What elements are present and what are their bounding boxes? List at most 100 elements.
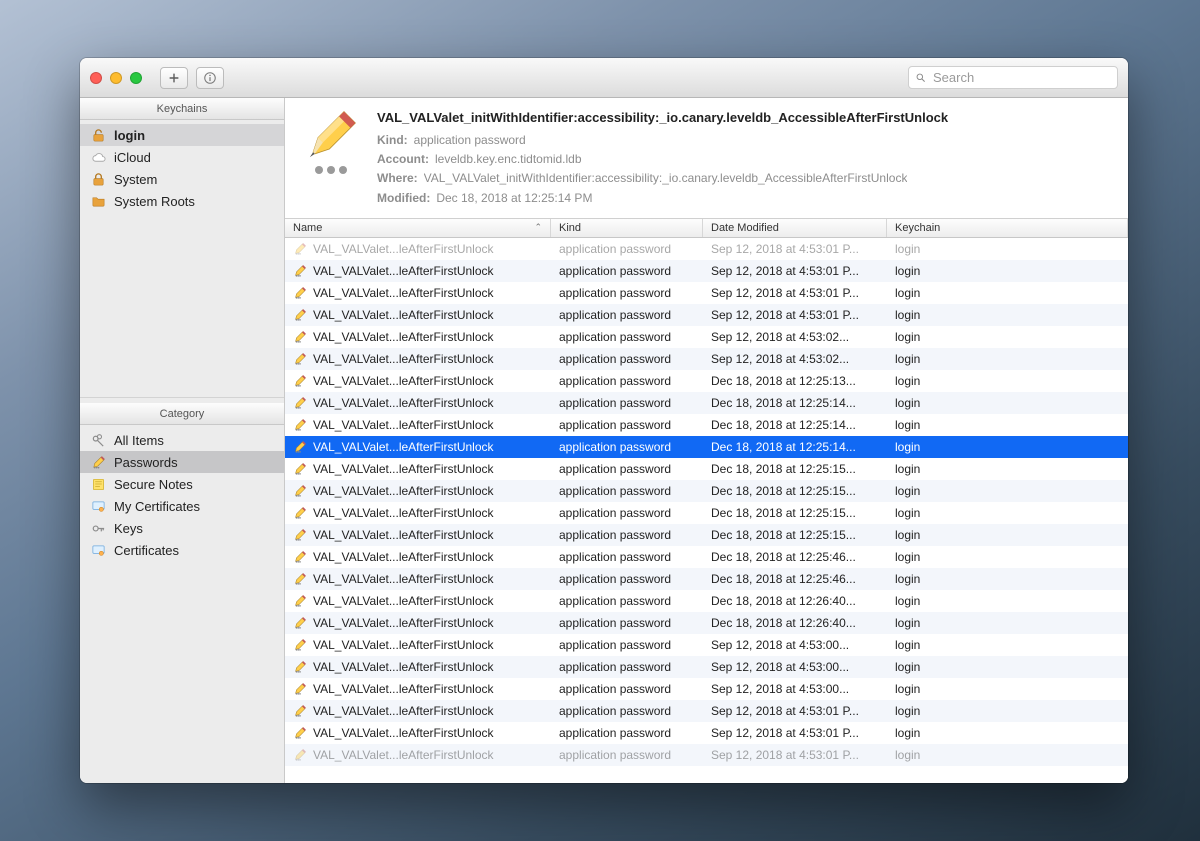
table-row[interactable]: VAL_VALValet...leAfterFirstUnlockapplica… (285, 700, 1128, 722)
password-item-icon (293, 550, 307, 564)
search-input[interactable] (931, 69, 1111, 86)
plus-icon (167, 71, 181, 85)
cell-date: Sep 12, 2018 at 4:53:02... (703, 330, 887, 344)
cell-name: VAL_VALValet...leAfterFirstUnlock (285, 594, 551, 608)
cell-date: Sep 12, 2018 at 4:53:02... (703, 352, 887, 366)
minimize-window-button[interactable] (110, 72, 122, 84)
cell-name: VAL_VALValet...leAfterFirstUnlock (285, 682, 551, 696)
sidebar-item-certificates[interactable]: Certificates (80, 539, 284, 561)
cell-name: VAL_VALValet...leAfterFirstUnlock (285, 660, 551, 674)
sidebar-item-login[interactable]: login (80, 124, 284, 146)
table-row[interactable]: VAL_VALValet...leAfterFirstUnlock applica… (285, 414, 1128, 436)
items-table[interactable]: VAL_VALValet...leAfterFirstUnlockapplica… (285, 238, 1128, 783)
table-row[interactable]: VAL_VALValet...leAfterFirstUnlockapplica… (285, 546, 1128, 568)
table-row[interactable]: VAL_VALValet...leAfterFirstUnlockapplica… (285, 304, 1128, 326)
table-row[interactable]: VAL_VALValet...leAfterFirstUnlockapplica… (285, 656, 1128, 678)
certificate-icon (90, 498, 106, 514)
column-keychain-label: Keychain (895, 222, 940, 234)
table-row[interactable]: VAL_VALValet...leAfterFirstUnlockapplica… (285, 744, 1128, 766)
info-icon (203, 71, 217, 85)
cell-name-text: VAL_VALValet...leAfterFirstUnlock (313, 264, 494, 278)
table-row[interactable]: VAL_VALValet...leAfterFirstUnlockapplica… (285, 436, 1128, 458)
sidebar-item-system[interactable]: System (80, 168, 284, 190)
table-row[interactable]: VAL_VALValet...leAfterFirstUnlock applica… (285, 612, 1128, 634)
cell-keychain: login (887, 242, 1128, 256)
sidebar-item-icloud[interactable]: iCloud (80, 146, 284, 168)
cell-name: VAL_VALValet...leAfterFirstUnlock (285, 308, 551, 322)
table-row[interactable]: VAL_VALValet...leAfterFirstUnlockapplica… (285, 282, 1128, 304)
cell-date: Sep 12, 2018 at 4:53:01 P... (703, 748, 887, 762)
main-panel: VAL_VALValet_initWithIdentifier:accessib… (285, 98, 1128, 783)
column-kind[interactable]: Kind (551, 219, 703, 237)
window-controls (90, 72, 142, 84)
cell-keychain: login (887, 396, 1128, 410)
cell-keychain: login (887, 374, 1128, 388)
pencil-icon (90, 454, 106, 470)
info-button[interactable] (196, 67, 224, 89)
cell-name: VAL_VALValet...leAfterFirstUnlock (285, 330, 551, 344)
cell-name-text: VAL_VALValet...leAfterFirstUnlock (313, 418, 494, 432)
add-item-button[interactable] (160, 67, 188, 89)
cell-name-text: VAL_VALValet...leAfterFirstUnlock (313, 308, 494, 322)
password-item-icon (293, 528, 307, 542)
sort-ascending-icon: ⌃ (534, 222, 542, 233)
cell-keychain: login (887, 748, 1128, 762)
cell-name: VAL_VALValet...leAfterFirstUnlock (285, 484, 551, 498)
sidebar-item-label: System Roots (114, 194, 195, 209)
item-detail-icon (299, 110, 363, 174)
cell-date: Dec 18, 2018 at 12:25:46... (703, 572, 887, 586)
keychain-access-window: Keychains loginiCloudSystemSystem Roots … (80, 58, 1128, 783)
cell-name-text: VAL_VALValet...leAfterFirstUnlock (313, 506, 494, 520)
cell-date: Sep 12, 2018 at 4:53:00... (703, 660, 887, 674)
note-icon (90, 476, 106, 492)
sidebar-item-keys[interactable]: Keys (80, 517, 284, 539)
cell-name: VAL_VALValet...leAfterFirstUnlock (285, 506, 551, 520)
table-row[interactable]: VAL_VALValet...leAfterFirstUnlockapplica… (285, 590, 1128, 612)
sidebar-item-secure-notes[interactable]: Secure Notes (80, 473, 284, 495)
item-title: VAL_VALValet_initWithIdentifier:accessib… (377, 110, 1112, 125)
table-row[interactable]: VAL_VALValet...leAfterFirstUnlockapplica… (285, 326, 1128, 348)
sidebar-item-passwords[interactable]: Passwords (80, 451, 284, 473)
column-name[interactable]: Name ⌃ (285, 219, 551, 237)
keys-pair-icon (90, 432, 106, 448)
cell-date: Sep 12, 2018 at 4:53:00... (703, 682, 887, 696)
table-row[interactable]: VAL_VALValet...leAfterFirstUnlockapplica… (285, 260, 1128, 282)
cell-keychain: login (887, 572, 1128, 586)
cell-kind: application password (551, 660, 703, 674)
cell-name-text: VAL_VALValet...leAfterFirstUnlock (313, 616, 494, 630)
password-item-icon (293, 660, 307, 674)
table-row[interactable]: VAL_VALValet...leAfterFirstUnlockapplica… (285, 370, 1128, 392)
column-keychain[interactable]: Keychain (887, 219, 1128, 237)
table-row[interactable]: VAL_VALValet...leAfterFirstUnlockapplica… (285, 480, 1128, 502)
lock-open-icon (90, 127, 106, 143)
table-row[interactable]: VAL_VALValet...leAfterFirstUnlockapplica… (285, 348, 1128, 370)
cell-kind: application password (551, 616, 703, 630)
zoom-window-button[interactable] (130, 72, 142, 84)
table-row[interactable]: VAL_VALValet...leAfterFirstUnlockapplica… (285, 722, 1128, 744)
password-item-icon (293, 616, 307, 630)
column-date[interactable]: Date Modified (703, 219, 887, 237)
sidebar-item-my-certificates[interactable]: My Certificates (80, 495, 284, 517)
table-row[interactable]: VAL_VALValet...leAfterFirstUnlockapplica… (285, 458, 1128, 480)
sidebar-item-label: Passwords (114, 455, 178, 470)
modified-label: Modified: (377, 189, 430, 208)
table-row[interactable]: VAL_VALValet...leAfterFirstUnlockapplica… (285, 502, 1128, 524)
table-row[interactable]: VAL_VALValet...leAfterFirstUnlockapplica… (285, 392, 1128, 414)
table-row[interactable]: VAL_VALValet...leAfterFirstUnlockapplica… (285, 568, 1128, 590)
password-item-icon (293, 440, 307, 454)
cell-kind: application password (551, 418, 703, 432)
cell-name-text: VAL_VALValet...leAfterFirstUnlock (313, 440, 494, 454)
close-window-button[interactable] (90, 72, 102, 84)
table-row[interactable]: VAL_VALValet...leAfterFirstUnlockapplica… (285, 238, 1128, 260)
sidebar-item-all-items[interactable]: All Items (80, 429, 284, 451)
cell-keychain: login (887, 638, 1128, 652)
column-kind-label: Kind (559, 222, 581, 234)
password-item-icon (293, 704, 307, 718)
table-row[interactable]: VAL_VALValet...leAfterFirstUnlockapplica… (285, 678, 1128, 700)
titlebar (80, 58, 1128, 98)
sidebar-item-system-roots[interactable]: System Roots (80, 190, 284, 212)
cell-name: VAL_VALValet...leAfterFirstUnlock (285, 748, 551, 762)
table-row[interactable]: VAL_VALValet...leAfterFirstUnlockapplica… (285, 524, 1128, 546)
table-row[interactable]: VAL_VALValet...leAfterFirstUnlockapplica… (285, 634, 1128, 656)
search-field-wrapper[interactable] (908, 66, 1118, 89)
